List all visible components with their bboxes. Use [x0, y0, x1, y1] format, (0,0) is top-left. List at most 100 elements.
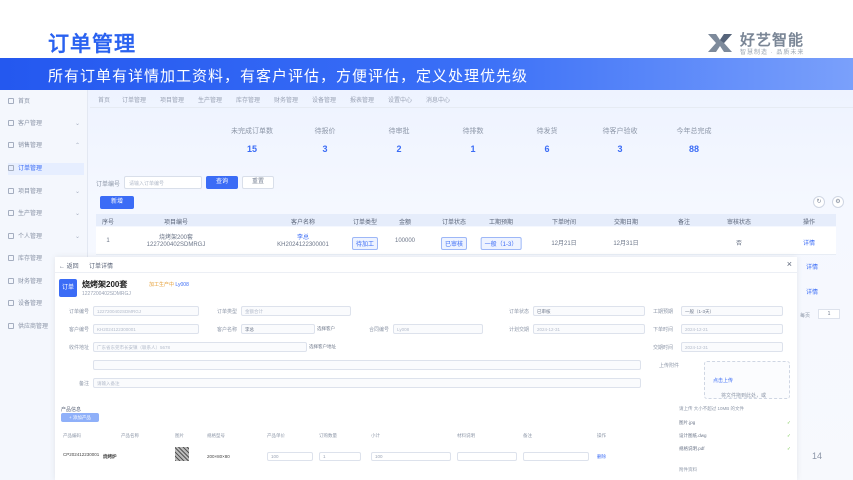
- note-input[interactable]: [523, 452, 589, 461]
- check-icon: ✓: [787, 433, 791, 438]
- page-size-label: 每页: [800, 313, 811, 319]
- sidebar-item-customers[interactable]: 客户管理 ⌄: [8, 118, 84, 130]
- col-header: 规格型号: [207, 433, 225, 438]
- col-header: 产品名称: [121, 433, 139, 438]
- sidebar-item-projects[interactable]: 项目管理 ⌄: [8, 186, 84, 198]
- planned-date-field[interactable]: 2024-12-31: [533, 324, 645, 334]
- file-item[interactable]: 设计图纸.dwg: [679, 433, 707, 439]
- detail-link[interactable]: 详情: [806, 262, 818, 271]
- stat-year-total: 今年总完成 88: [676, 128, 712, 154]
- sidebar-item-home[interactable]: 首页: [8, 96, 84, 108]
- order-status-field[interactable]: 已审核: [533, 306, 645, 316]
- stat-approval: 待审批 2: [388, 128, 410, 154]
- contract-field[interactable]: Ly008: [393, 324, 483, 334]
- field-label: 客户名称: [216, 327, 237, 333]
- material-input[interactable]: [457, 452, 517, 461]
- price-input[interactable]: 100: [267, 452, 313, 461]
- sidebar-item-production[interactable]: 生产管理 ⌄: [8, 208, 84, 220]
- col-header: 订购数量: [319, 433, 337, 438]
- tab-finance[interactable]: 财务管理: [274, 95, 298, 104]
- delete-product-button[interactable]: 删除: [597, 454, 606, 460]
- query-button[interactable]: 查询: [206, 176, 238, 189]
- order-no-field[interactable]: 1227200402SDMRGJ: [93, 306, 199, 316]
- slide-subtitle: 所有订单有详情加工资料，有客户评估，方便评估，定义处理优先级: [48, 68, 529, 85]
- subtotal-input[interactable]: 100: [371, 452, 451, 461]
- customer-name-field[interactable]: 李总: [241, 324, 315, 334]
- tab-reports[interactable]: 报表管理: [350, 95, 374, 104]
- product-section-title: 产品信息: [61, 407, 82, 413]
- upload-link[interactable]: 点击上传: [713, 378, 733, 384]
- tab-inventory[interactable]: 库存管理: [236, 95, 260, 104]
- search-input[interactable]: 请输入订单编号: [124, 176, 202, 189]
- upload-dropzone[interactable]: 将文件拖到此处，或 点击上传: [704, 361, 790, 399]
- field-label: 交期时间: [652, 345, 673, 351]
- detail-header: ← 返回 订单详情 ×: [55, 257, 797, 273]
- brand-mark-icon: [708, 34, 732, 52]
- check-icon: ✓: [787, 420, 791, 425]
- detail-link[interactable]: 详情: [806, 287, 818, 296]
- tab-production[interactable]: 生产管理: [198, 95, 222, 104]
- refresh-icon[interactable]: ↻: [813, 196, 825, 208]
- upload-label: 上传附件: [658, 363, 679, 369]
- product-spec: 200×80×80: [207, 454, 230, 459]
- delivery-date-field[interactable]: 2024-12-31: [681, 342, 783, 352]
- file-item[interactable]: 图片.jpg: [679, 420, 695, 426]
- field-label: 订单编号: [68, 309, 89, 315]
- page-number: 14: [812, 451, 823, 461]
- file-item[interactable]: 规格说明.pdf: [679, 446, 705, 452]
- priority-field[interactable]: 一般（1-3天）: [681, 306, 783, 316]
- choose-address-button[interactable]: 选择客户地址: [309, 344, 336, 350]
- tab-projects[interactable]: 项目管理: [160, 95, 184, 104]
- field-label: 合同编号: [368, 327, 389, 333]
- add-product-button[interactable]: + 添加产品: [61, 413, 99, 422]
- tab-orders[interactable]: 订单管理: [122, 95, 146, 104]
- users-icon: [8, 120, 14, 127]
- address-field[interactable]: 广东省东莞市长安镇（联系人）5678: [93, 342, 307, 352]
- sidebar-item-personal[interactable]: 个人管理 ⌄: [8, 231, 84, 243]
- search-label: 订单编号: [96, 182, 121, 188]
- back-button[interactable]: ← 返回: [59, 261, 79, 270]
- add-button[interactable]: 新增: [100, 196, 134, 209]
- brand-slogan: 智慧制造 · 品质未来: [740, 50, 805, 56]
- field-label: 计划交期: [508, 327, 529, 333]
- tab-equipment[interactable]: 设备管理: [312, 95, 336, 104]
- sidebar-item-orders[interactable]: 订单管理: [8, 163, 84, 175]
- note-field[interactable]: 请输入备注: [93, 378, 641, 388]
- field-label: 收件地址: [68, 345, 89, 351]
- list-icon: [8, 165, 14, 172]
- page-input[interactable]: 1: [818, 309, 840, 319]
- table-row[interactable]: 1 烧烤架200套 1227200402SDMRGJ 李总 KH20241223…: [96, 227, 836, 255]
- detail-link[interactable]: 详情: [803, 238, 815, 247]
- quantity-stepper[interactable]: 1: [319, 452, 361, 461]
- reset-button[interactable]: 重置: [242, 176, 274, 189]
- tab-home[interactable]: 首页: [98, 95, 110, 104]
- order-name: 烧烤架200套: [82, 280, 128, 289]
- stat-schedule: 待排数 1: [462, 128, 484, 154]
- detail-title: 订单详情: [89, 264, 114, 270]
- extra-field[interactable]: [93, 360, 641, 370]
- order-type-field[interactable]: 金额合计: [241, 306, 351, 316]
- chevron-down-icon: ⌄: [74, 121, 80, 127]
- order-date-field[interactable]: 2024-12-21: [681, 324, 783, 334]
- field-label: 订单状态: [508, 309, 529, 315]
- settings-icon[interactable]: ⚙: [832, 196, 844, 208]
- wallet-icon: [8, 278, 14, 285]
- attachment-label: 附件资料: [679, 467, 697, 472]
- col-header: 小计: [371, 433, 380, 438]
- product-code: CP202412230001: [63, 452, 100, 457]
- col-header: 材料说明: [457, 433, 475, 438]
- tab-settings[interactable]: 设置中心: [388, 95, 412, 104]
- tab-messages[interactable]: 消息中心: [426, 95, 450, 104]
- check-icon: ✓: [787, 446, 791, 451]
- stat-shipping: 待发货 6: [536, 128, 558, 154]
- sidebar-item-sales[interactable]: 销售管理 ⌃: [8, 140, 84, 152]
- customer-code-field[interactable]: KH2024122300001: [93, 324, 199, 334]
- field-label: 下单时间: [652, 327, 673, 333]
- user-icon: [8, 233, 14, 240]
- product-name: 烧烤炉: [103, 454, 117, 459]
- slide-title: 订单管理: [48, 33, 136, 56]
- choose-customer-button[interactable]: 选择客户: [317, 326, 335, 332]
- folder-icon: [8, 188, 14, 195]
- close-icon[interactable]: ×: [787, 259, 792, 269]
- stat-quote: 待报价 3: [314, 128, 336, 154]
